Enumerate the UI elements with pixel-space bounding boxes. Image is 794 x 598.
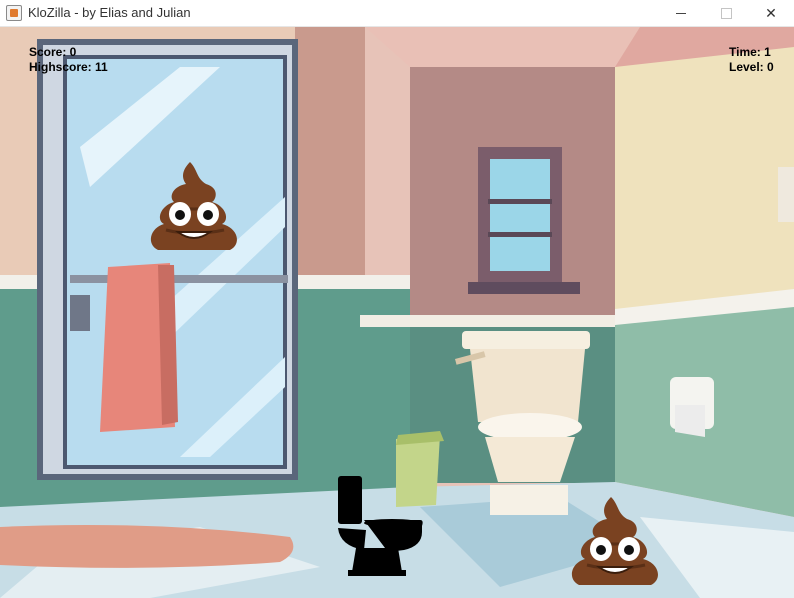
- close-button[interactable]: ✕: [748, 0, 794, 26]
- window-titlebar[interactable]: KloZilla - by Elias and Julian ✕: [0, 0, 794, 27]
- maximize-button[interactable]: [703, 0, 749, 26]
- player-toilet[interactable]: [336, 476, 424, 576]
- java-app-icon: [6, 5, 22, 21]
- minimize-button[interactable]: [658, 0, 704, 26]
- highscore-label: Highscore: 11: [29, 60, 108, 74]
- hud-right: Time: 1 Level: 0: [729, 45, 774, 75]
- game-canvas[interactable]: Score: 0 Highscore: 11 Time: 1 Level: 0: [0, 27, 794, 598]
- poop-emoji-falling: [150, 162, 237, 250]
- maximize-icon: [720, 7, 732, 19]
- score-label: Score: 0: [29, 45, 77, 59]
- hud-left: Score: 0 Highscore: 11: [29, 45, 108, 75]
- poop-emoji-ground: [571, 497, 658, 585]
- time-label: Time: 1: [729, 45, 771, 59]
- level-label: Level: 0: [729, 60, 774, 74]
- close-icon: ✕: [765, 4, 777, 21]
- minimize-icon: [676, 12, 686, 14]
- window-title: KloZilla - by Elias and Julian: [28, 5, 191, 20]
